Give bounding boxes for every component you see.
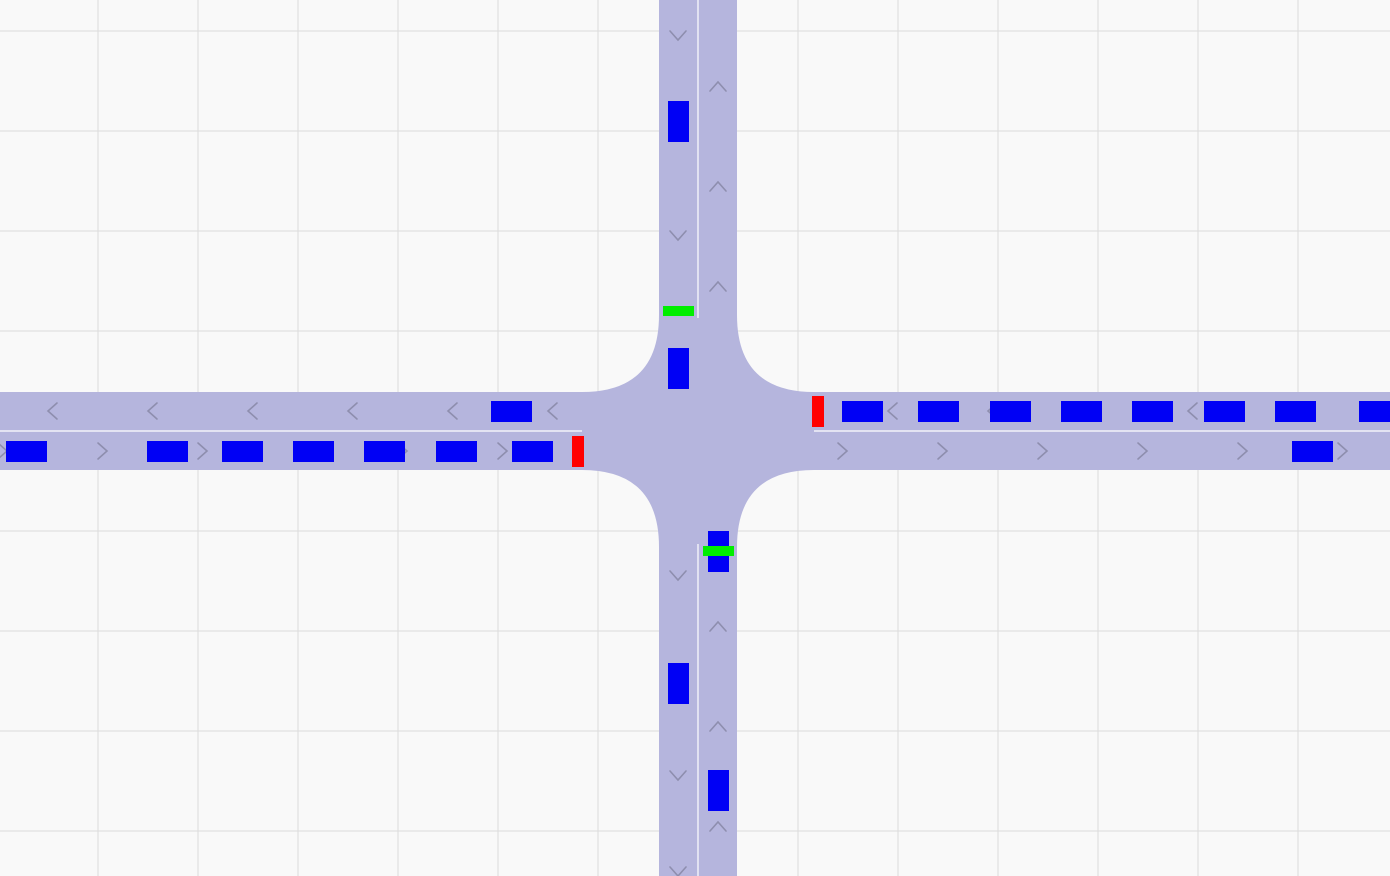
traffic-signal-north [663,306,694,316]
vehicle-westbound [1204,401,1245,422]
traffic-signal-west [572,436,584,467]
road-corner-nw [582,315,659,392]
road-corner-se [737,470,814,547]
vehicle-northbound [708,770,729,811]
vehicle-westbound [491,401,532,422]
vehicle-westbound [918,401,959,422]
vehicle-westbound [1275,401,1316,422]
vehicle-eastbound [436,441,477,462]
vehicle-eastbound [147,441,188,462]
road-corner-ne [737,315,814,392]
vehicle-eastbound [293,441,334,462]
vehicle-westbound [842,401,883,422]
vehicle-westbound [990,401,1031,422]
intersection-canvas[interactable] [0,0,1390,876]
vehicle-westbound [1061,401,1102,422]
vehicle-eastbound [6,441,47,462]
traffic-signal-east [812,396,824,427]
vehicle-eastbound [512,441,553,462]
vehicle-eastbound [1292,441,1333,462]
vehicle-eastbound [364,441,405,462]
vehicle-southbound [668,348,689,389]
traffic-signal-south [703,546,734,556]
vehicle-southbound [668,101,689,142]
vehicle-westbound [1132,401,1173,422]
vehicle-eastbound [222,441,263,462]
road-corner-sw [582,470,659,547]
traffic-simulation-viewport[interactable] [0,0,1390,876]
vehicle-southbound [668,663,689,704]
vehicle-westbound [1359,401,1390,422]
